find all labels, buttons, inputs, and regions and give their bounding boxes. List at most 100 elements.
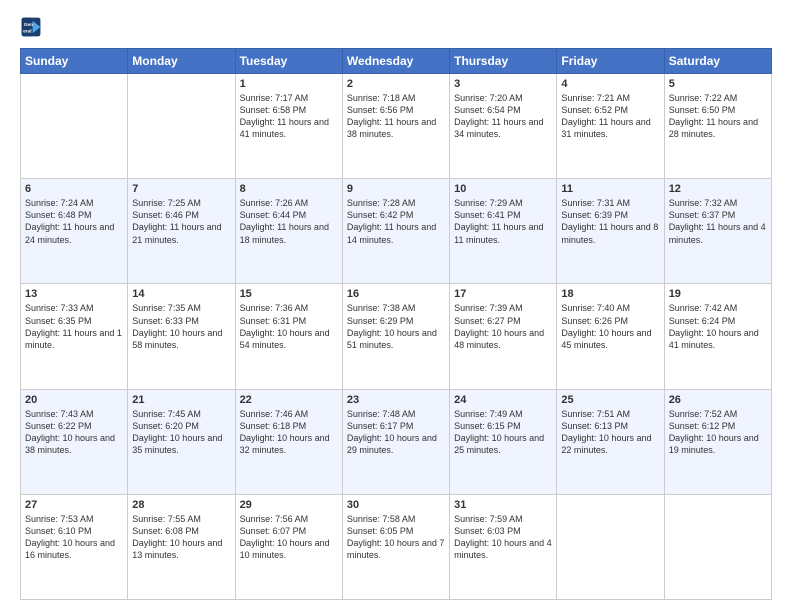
day-number: 2 <box>347 78 445 90</box>
cell-text: Sunrise: 7:38 AM Sunset: 6:29 PM Dayligh… <box>347 302 445 351</box>
col-header-saturday: Saturday <box>664 49 771 74</box>
calendar-cell: 30Sunrise: 7:58 AM Sunset: 6:05 PM Dayli… <box>342 494 449 599</box>
calendar-cell: 15 Sunrise: 7:36 AM Sunset: 6:31 PM Dayli… <box>235 284 342 389</box>
page: Gen eral SundayMondayTuesdayWednesdayThu… <box>0 0 792 612</box>
cell-text: Sunrise: 7:48 AM Sunset: 6:17 PM Dayligh… <box>347 408 445 457</box>
col-header-monday: Monday <box>128 49 235 74</box>
calendar-cell: 20 Sunrise: 7:43 AM Sunset: 6:22 PM Dayli… <box>21 389 128 494</box>
cell-text: Sunrise: 7:33 AM Sunset: 6:35 PM Dayligh… <box>25 302 123 351</box>
calendar-cell <box>128 74 235 179</box>
day-number: 18 <box>561 288 659 300</box>
calendar-cell: 3 Sunrise: 7:20 AM Sunset: 6:54 PM Daylig… <box>450 74 557 179</box>
cell-text: Sunrise: 7:51 AM Sunset: 6:13 PM Dayligh… <box>561 408 659 457</box>
cell-text: Sunrise: 7:29 AM Sunset: 6:41 PM Dayligh… <box>454 197 552 246</box>
col-header-friday: Friday <box>557 49 664 74</box>
calendar-cell: 14 Sunrise: 7:35 AM Sunset: 6:33 PM Dayli… <box>128 284 235 389</box>
calendar-cell: 10 Sunrise: 7:29 AM Sunset: 6:41 PM Dayli… <box>450 179 557 284</box>
calendar-cell: 22 Sunrise: 7:46 AM Sunset: 6:18 PM Dayli… <box>235 389 342 494</box>
day-number: 13 <box>25 288 123 300</box>
cell-text: Sunrise: 7:28 AM Sunset: 6:42 PM Dayligh… <box>347 197 445 246</box>
day-number: 10 <box>454 183 552 195</box>
calendar-cell: 9 Sunrise: 7:28 AM Sunset: 6:42 PM Daylig… <box>342 179 449 284</box>
calendar-cell: 1 Sunrise: 7:17 AM Sunset: 6:58 PM Daylig… <box>235 74 342 179</box>
cell-text: Sunrise: 7:25 AM Sunset: 6:46 PM Dayligh… <box>132 197 230 246</box>
calendar-cell: 4Sunrise: 7:21 AM Sunset: 6:52 PM Daylig… <box>557 74 664 179</box>
day-number: 3 <box>454 78 552 90</box>
cell-text: Sunrise: 7:43 AM Sunset: 6:22 PM Dayligh… <box>25 408 123 457</box>
day-number: 24 <box>454 394 552 406</box>
day-number: 21 <box>132 394 230 406</box>
day-number: 22 <box>240 394 338 406</box>
cell-text: Sunrise: 7:59 AM Sunset: 6:03 PM Dayligh… <box>454 513 552 562</box>
cell-text: Sunrise: 7:46 AM Sunset: 6:18 PM Dayligh… <box>240 408 338 457</box>
day-number: 20 <box>25 394 123 406</box>
week-row-2: 6 Sunrise: 7:24 AM Sunset: 6:48 PM Daylig… <box>21 179 772 284</box>
day-number: 14 <box>132 288 230 300</box>
week-row-1: 1 Sunrise: 7:17 AM Sunset: 6:58 PM Daylig… <box>21 74 772 179</box>
calendar-cell: 16 Sunrise: 7:38 AM Sunset: 6:29 PM Dayli… <box>342 284 449 389</box>
cell-text: Sunrise: 7:22 AM Sunset: 6:50 PM Dayligh… <box>669 92 767 141</box>
day-number: 5 <box>669 78 767 90</box>
day-number: 19 <box>669 288 767 300</box>
day-number: 29 <box>240 499 338 511</box>
logo: Gen eral <box>20 16 44 38</box>
cell-text: Sunrise: 7:45 AM Sunset: 6:20 PM Dayligh… <box>132 408 230 457</box>
calendar-cell: 28 Sunrise: 7:55 AM Sunset: 6:08 PM Dayli… <box>128 494 235 599</box>
calendar-cell: 8Sunrise: 7:26 AM Sunset: 6:44 PM Daylig… <box>235 179 342 284</box>
calendar-cell: 18Sunrise: 7:40 AM Sunset: 6:26 PM Dayli… <box>557 284 664 389</box>
week-row-4: 20 Sunrise: 7:43 AM Sunset: 6:22 PM Dayli… <box>21 389 772 494</box>
cell-text: Sunrise: 7:35 AM Sunset: 6:33 PM Dayligh… <box>132 302 230 351</box>
cell-text: Sunrise: 7:24 AM Sunset: 6:48 PM Dayligh… <box>25 197 123 246</box>
cell-text: Sunrise: 7:53 AM Sunset: 6:10 PM Dayligh… <box>25 513 123 562</box>
cell-text: Sunrise: 7:49 AM Sunset: 6:15 PM Dayligh… <box>454 408 552 457</box>
day-number: 16 <box>347 288 445 300</box>
cell-text: Sunrise: 7:55 AM Sunset: 6:08 PM Dayligh… <box>132 513 230 562</box>
cell-text: Sunrise: 7:21 AM Sunset: 6:52 PM Dayligh… <box>561 92 659 141</box>
cell-text: Sunrise: 7:52 AM Sunset: 6:12 PM Dayligh… <box>669 408 767 457</box>
col-header-tuesday: Tuesday <box>235 49 342 74</box>
cell-text: Sunrise: 7:39 AM Sunset: 6:27 PM Dayligh… <box>454 302 552 351</box>
day-number: 8 <box>240 183 338 195</box>
day-number: 17 <box>454 288 552 300</box>
day-number: 11 <box>561 183 659 195</box>
calendar-cell: 5 Sunrise: 7:22 AM Sunset: 6:50 PM Daylig… <box>664 74 771 179</box>
calendar-cell: 25Sunrise: 7:51 AM Sunset: 6:13 PM Dayli… <box>557 389 664 494</box>
day-number: 26 <box>669 394 767 406</box>
day-number: 27 <box>25 499 123 511</box>
cell-text: Sunrise: 7:17 AM Sunset: 6:58 PM Dayligh… <box>240 92 338 141</box>
cell-text: Sunrise: 7:31 AM Sunset: 6:39 PM Dayligh… <box>561 197 659 246</box>
calendar-cell: 29Sunrise: 7:56 AM Sunset: 6:07 PM Dayli… <box>235 494 342 599</box>
svg-text:eral: eral <box>23 29 31 34</box>
cell-text: Sunrise: 7:20 AM Sunset: 6:54 PM Dayligh… <box>454 92 552 141</box>
day-number: 7 <box>132 183 230 195</box>
calendar-cell: 2 Sunrise: 7:18 AM Sunset: 6:56 PM Daylig… <box>342 74 449 179</box>
calendar-cell: 7 Sunrise: 7:25 AM Sunset: 6:46 PM Daylig… <box>128 179 235 284</box>
day-number: 6 <box>25 183 123 195</box>
day-number: 9 <box>347 183 445 195</box>
calendar-cell: 13 Sunrise: 7:33 AM Sunset: 6:35 PM Dayli… <box>21 284 128 389</box>
cell-text: Sunrise: 7:42 AM Sunset: 6:24 PM Dayligh… <box>669 302 767 351</box>
calendar-cell: 19 Sunrise: 7:42 AM Sunset: 6:24 PM Dayli… <box>664 284 771 389</box>
col-header-wednesday: Wednesday <box>342 49 449 74</box>
calendar-cell: 6 Sunrise: 7:24 AM Sunset: 6:48 PM Daylig… <box>21 179 128 284</box>
calendar-cell: 23 Sunrise: 7:48 AM Sunset: 6:17 PM Dayli… <box>342 389 449 494</box>
cell-text: Sunrise: 7:58 AM Sunset: 6:05 PM Dayligh… <box>347 513 445 562</box>
day-number: 1 <box>240 78 338 90</box>
calendar-cell: 12Sunrise: 7:32 AM Sunset: 6:37 PM Dayli… <box>664 179 771 284</box>
svg-text:Gen: Gen <box>24 22 33 27</box>
col-header-thursday: Thursday <box>450 49 557 74</box>
cell-text: Sunrise: 7:36 AM Sunset: 6:31 PM Dayligh… <box>240 302 338 351</box>
cell-text: Sunrise: 7:18 AM Sunset: 6:56 PM Dayligh… <box>347 92 445 141</box>
calendar-cell <box>21 74 128 179</box>
calendar-cell <box>557 494 664 599</box>
col-header-sunday: Sunday <box>21 49 128 74</box>
day-number: 23 <box>347 394 445 406</box>
calendar-cell: 21 Sunrise: 7:45 AM Sunset: 6:20 PM Dayli… <box>128 389 235 494</box>
calendar-cell: 31 Sunrise: 7:59 AM Sunset: 6:03 PM Dayli… <box>450 494 557 599</box>
day-number: 31 <box>454 499 552 511</box>
calendar-header-row: SundayMondayTuesdayWednesdayThursdayFrid… <box>21 49 772 74</box>
day-number: 28 <box>132 499 230 511</box>
day-number: 15 <box>240 288 338 300</box>
calendar-table: SundayMondayTuesdayWednesdayThursdayFrid… <box>20 48 772 600</box>
week-row-5: 27 Sunrise: 7:53 AM Sunset: 6:10 PM Dayli… <box>21 494 772 599</box>
